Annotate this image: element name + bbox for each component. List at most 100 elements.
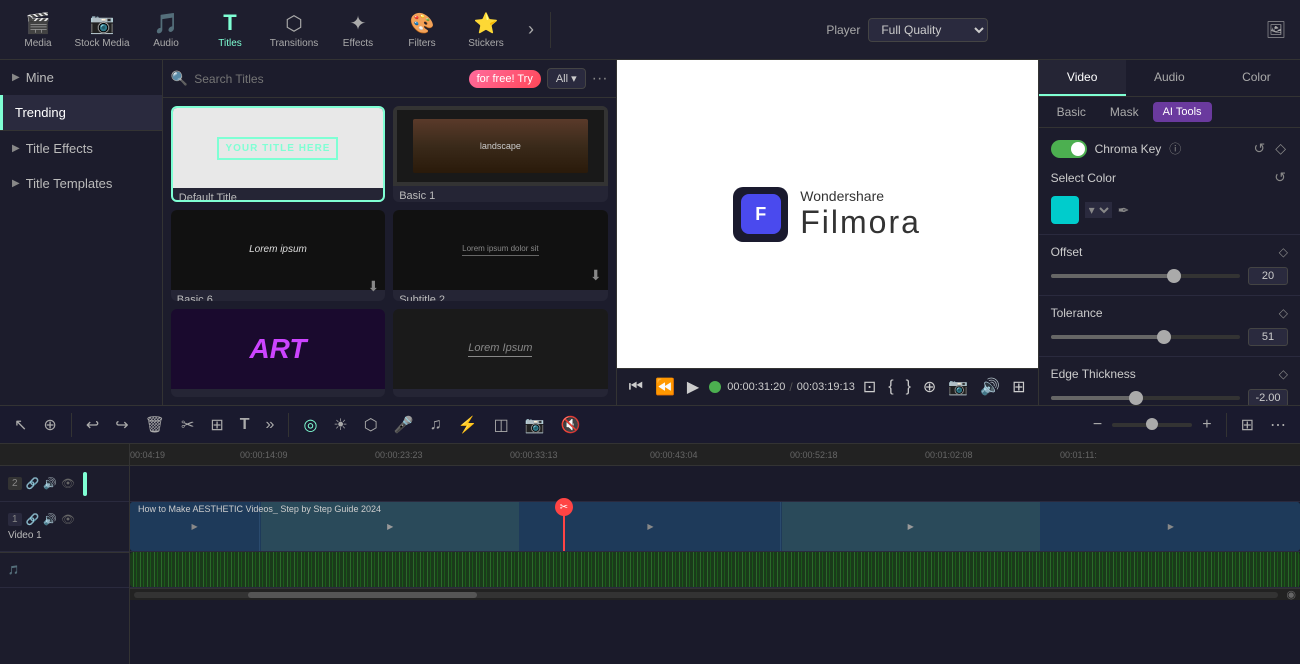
compound-button[interactable]: ◫: [488, 411, 515, 439]
transitions-tool[interactable]: ⬡ Transitions: [264, 4, 324, 56]
mask-button[interactable]: ⬡: [358, 411, 384, 439]
track-v1-audio-button[interactable]: 🔊: [43, 513, 57, 526]
mark-in-button[interactable]: {: [884, 374, 897, 400]
cut-button[interactable]: ✂: [175, 411, 200, 439]
play-button[interactable]: ▶: [683, 373, 703, 401]
default-title-preview: YOUR TITLE HERE: [173, 108, 383, 188]
sidebar-item-mine[interactable]: ▶ Mine: [0, 60, 162, 95]
tolerance-value[interactable]: 51: [1248, 328, 1288, 346]
more-tools-button[interactable]: ›: [520, 11, 542, 48]
title-card-lorem[interactable]: Lorem Ipsum: [393, 309, 607, 397]
color-swatch[interactable]: [1051, 196, 1079, 224]
sidebar-item-title-templates[interactable]: ▶ Title Templates: [0, 166, 162, 201]
stock-media-tool[interactable]: 📷 Stock Media: [72, 4, 132, 56]
redo-button[interactable]: ↪: [109, 411, 134, 439]
track-audio-button[interactable]: 🔊: [43, 477, 57, 490]
effects-tool[interactable]: ✦ Effects: [328, 4, 388, 56]
edge-thickness-value[interactable]: -2.00: [1248, 389, 1288, 405]
zoom-out-button[interactable]: −: [1087, 412, 1108, 438]
stickers-tool[interactable]: ⭐ Stickers: [456, 4, 516, 56]
subtab-basic[interactable]: Basic: [1047, 101, 1096, 123]
title-card-art[interactable]: ART: [171, 309, 385, 397]
snapshot-button[interactable]: 📷: [944, 373, 972, 401]
zoom-slider[interactable]: [1112, 423, 1192, 427]
fullscreen-button[interactable]: ⊡: [859, 373, 880, 401]
promo-badge[interactable]: for free! Try: [469, 70, 541, 88]
title-card-basic1[interactable]: landscape Basic 1: [393, 106, 607, 202]
track-v1-eye-button[interactable]: 👁: [61, 513, 75, 526]
subtab-ai-tools[interactable]: AI Tools: [1153, 102, 1212, 122]
edge-thickness-slider[interactable]: [1051, 396, 1240, 400]
tolerance-slider[interactable]: [1051, 335, 1240, 339]
edge-thickness-thumb[interactable]: [1129, 391, 1143, 405]
undo-button[interactable]: ↩: [80, 411, 105, 439]
audio-sync-button[interactable]: ♫: [424, 412, 448, 438]
frame-back-button[interactable]: ⏪: [651, 373, 679, 401]
more-button[interactable]: »: [260, 412, 281, 438]
track-row-video1[interactable]: ▶ ▶ ▶ ▶ ▶ How to Make AESTHETIC Videos_ …: [130, 502, 1300, 552]
audio-tool[interactable]: 🎵 Audio: [136, 4, 196, 56]
filmora-icon-inner: F: [741, 194, 781, 234]
track-link-button[interactable]: 🔗: [26, 477, 40, 490]
text-button[interactable]: T: [234, 412, 256, 438]
media-tool[interactable]: 🎬 Media: [8, 4, 68, 56]
crop-button[interactable]: ⊞: [204, 411, 229, 439]
more-options-button[interactable]: ⋯: [1264, 411, 1292, 439]
snapshot-edit-button[interactable]: 📷: [519, 411, 551, 439]
quality-select[interactable]: Full Quality Half Quality Quarter Qualit…: [868, 18, 988, 42]
more-options-button[interactable]: ···: [592, 70, 608, 88]
track-v1-link-button[interactable]: 🔗: [26, 513, 40, 526]
delete-button[interactable]: 🗑: [139, 411, 171, 439]
zoom-in-button[interactable]: +: [1196, 412, 1217, 438]
playhead[interactable]: ✂: [563, 502, 565, 551]
voice-button[interactable]: 🎤: [388, 411, 420, 439]
playhead-handle[interactable]: ✂: [555, 498, 573, 516]
chroma-reset-button[interactable]: ↺: [1251, 138, 1267, 159]
tab-audio[interactable]: Audio: [1126, 60, 1213, 96]
skip-back-button[interactable]: ⏮: [625, 374, 647, 400]
chroma-diamond-button[interactable]: ◇: [1273, 138, 1288, 159]
filter-dropdown[interactable]: All ▾: [547, 68, 586, 89]
eyedropper-button[interactable]: ✒: [1118, 202, 1130, 219]
offset-slider[interactable]: [1051, 274, 1240, 278]
mark-out-button[interactable]: }: [902, 374, 915, 400]
filters-tool[interactable]: 🎨 Filters: [392, 4, 452, 56]
track-eye-button[interactable]: 👁: [61, 477, 75, 490]
tolerance-thumb[interactable]: [1157, 330, 1171, 344]
color-match-button[interactable]: ◎: [297, 411, 323, 439]
subtab-mask[interactable]: Mask: [1100, 101, 1149, 123]
title-card-default[interactable]: YOUR TITLE HERE Default Title: [171, 106, 385, 202]
volume-button[interactable]: 🔊: [976, 373, 1004, 401]
color-dropdown[interactable]: ▾: [1085, 202, 1112, 218]
edge-thickness-diamond-button[interactable]: ◇: [1279, 367, 1288, 381]
sidebar-item-title-effects[interactable]: ▶ Title Effects: [0, 131, 162, 166]
chroma-key-toggle[interactable]: [1051, 140, 1087, 158]
pip-button[interactable]: ⊞: [1008, 373, 1029, 401]
select-color-reset-button[interactable]: ↺: [1272, 167, 1288, 188]
select-tool-button[interactable]: ↖: [8, 411, 33, 439]
offset-thumb[interactable]: [1167, 269, 1181, 283]
photo-icon-btn[interactable]: 🖼: [1260, 16, 1292, 44]
tab-video[interactable]: Video: [1039, 60, 1126, 96]
add-marker-button[interactable]: ⊕: [919, 373, 940, 401]
zoom-thumb[interactable]: [1146, 418, 1158, 430]
audio-off-button[interactable]: 🔇: [555, 411, 587, 439]
title-card-subtitle2[interactable]: Lorem ipsum dolor sit ⬇ Subtitle 2: [393, 210, 607, 302]
sidebar-item-trending[interactable]: Trending: [0, 95, 162, 130]
main-area: ▶ Mine Trending ▶ Title Effects ▶ Title …: [0, 60, 1300, 405]
split-button[interactable]: ⚡: [452, 411, 484, 439]
offset-diamond-button[interactable]: ◇: [1279, 245, 1288, 259]
magnetic-tool-button[interactable]: ⊕: [37, 411, 62, 439]
titles-tool[interactable]: T Titles: [200, 4, 260, 56]
title-card-basic6[interactable]: Lorem ipsum ⬇ Basic 6: [171, 210, 385, 302]
basic6-text: Lorem ipsum: [249, 244, 307, 255]
search-input[interactable]: [194, 72, 462, 86]
motion-button[interactable]: ☀: [327, 411, 353, 439]
tolerance-diamond-button[interactable]: ◇: [1279, 306, 1288, 320]
tab-color[interactable]: Color: [1213, 60, 1300, 96]
offset-value[interactable]: 20: [1248, 267, 1288, 285]
scrollbar-thumb[interactable]: [248, 592, 477, 598]
grid-view-button[interactable]: ⊞: [1235, 411, 1260, 439]
scrollbar-track[interactable]: [134, 592, 1278, 598]
toolbar-sep-1: [71, 413, 72, 437]
